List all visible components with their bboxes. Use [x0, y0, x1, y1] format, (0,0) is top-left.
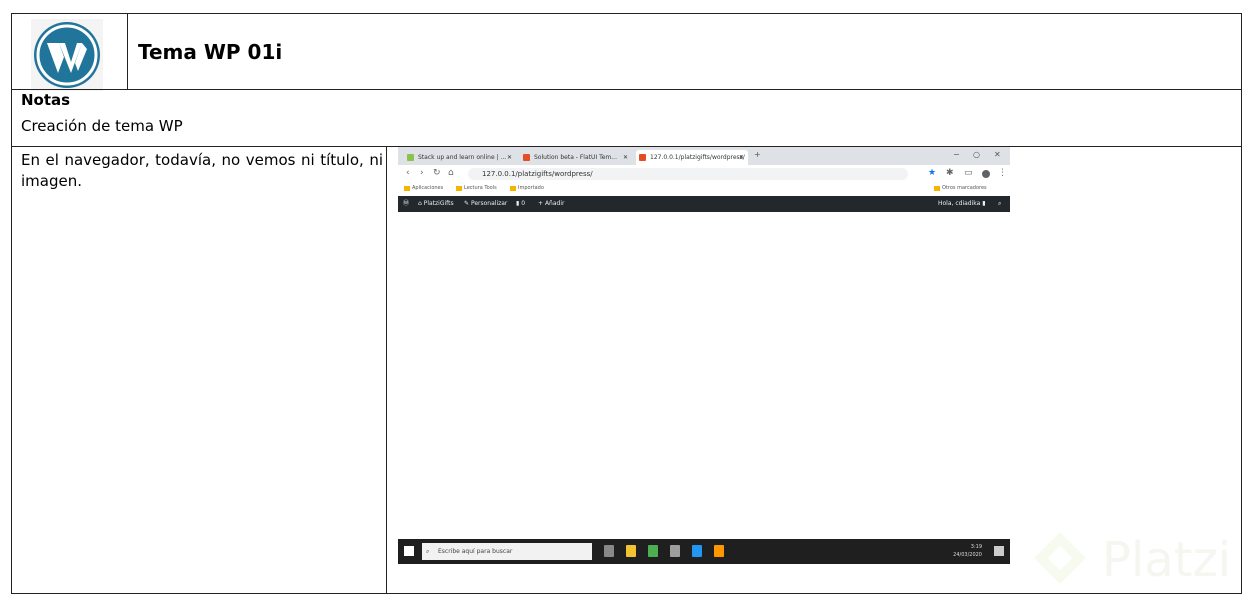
address-bar: ‹ › ↻ ⌂ 127.0.0.1/platzigifts/wordpress/…	[398, 165, 1010, 183]
page-title: Tema WP 01i	[138, 40, 283, 64]
chrome-icon[interactable]	[648, 545, 658, 557]
cast-icon[interactable]: ▭	[964, 168, 973, 178]
column-divider	[386, 146, 387, 594]
document-table: Tema WP 01i Notas Creación de tema WP En…	[11, 13, 1242, 594]
tab-3[interactable]: 127.0.0.1/platzigifts/wordpress/ ✕	[636, 150, 748, 165]
favicon-icon	[639, 154, 646, 161]
start-icon[interactable]	[404, 546, 414, 556]
wp-logo-icon[interactable]: Ⓦ	[403, 196, 409, 212]
tab-2[interactable]: Solution beta - FlatUI Tem... ✕	[520, 150, 632, 165]
tab-bar: Stack up and learn online | ... ✕ Soluti…	[398, 147, 1010, 165]
clock-time: 3:19	[970, 544, 982, 550]
row-divider	[12, 89, 1241, 90]
vscode-icon[interactable]	[692, 545, 702, 557]
bookmark-item[interactable]: Aplicaciones	[404, 185, 443, 191]
close-icon[interactable]: ✕	[623, 150, 628, 165]
reload-icon[interactable]: ↻	[433, 168, 441, 178]
notas-text: Creación de tema WP	[21, 117, 183, 135]
notification-icon[interactable]	[994, 546, 1004, 556]
maximize-button[interactable]: ○	[973, 150, 980, 159]
bookmark-item[interactable]: Otros marcadores	[934, 185, 987, 191]
close-icon[interactable]: ✕	[739, 150, 744, 165]
add-new-link[interactable]: + Añadir	[538, 196, 564, 212]
search-icon[interactable]: ⌕	[998, 196, 1001, 212]
favicon-icon	[523, 154, 530, 161]
close-window-button[interactable]: ✕	[994, 150, 1001, 159]
app-icon[interactable]	[670, 545, 680, 557]
extensions-icon[interactable]: ✱	[946, 168, 954, 178]
platzi-logo-icon	[1034, 532, 1086, 584]
customize-label: Personalizar	[470, 200, 508, 207]
system-tray: 3:19 24/03/2020	[953, 543, 982, 559]
description-text: En el navegador, todavía, no vemos ni tí…	[21, 151, 383, 190]
back-icon[interactable]: ‹	[406, 168, 410, 178]
tab-label: Stack up and learn online | ...	[418, 154, 507, 161]
platzi-watermark: Platzi	[1030, 528, 1245, 598]
favicon-icon	[407, 154, 414, 161]
search-icon: ⌕	[426, 548, 430, 555]
bookmark-item[interactable]: Lectura Tools	[456, 185, 497, 191]
avatar[interactable]	[982, 170, 990, 178]
search-placeholder: Escribe aquí para buscar	[438, 548, 513, 555]
file-explorer-icon[interactable]	[626, 545, 636, 557]
bookmarks-bar: Aplicaciones Lectura Tools Importado Otr…	[398, 183, 1010, 197]
url-field[interactable]: 127.0.0.1/platzigifts/wordpress/	[468, 168, 908, 180]
taskbar-search[interactable]: ⌕ Escribe aquí para buscar	[422, 543, 592, 560]
notas-label: Notas	[21, 91, 71, 109]
task-view-icon[interactable]	[604, 545, 614, 557]
minimize-button[interactable]: −	[953, 150, 960, 159]
watermark-text: Platzi	[1102, 532, 1232, 588]
browser-screenshot: Stack up and learn online | ... ✕ Soluti…	[398, 147, 1010, 564]
windows-taskbar: ⌕ Escribe aquí para buscar 3:19 24/03/20…	[398, 539, 1010, 564]
home-icon[interactable]: ⌂	[448, 168, 454, 178]
app-icon[interactable]	[714, 545, 724, 557]
site-name-link[interactable]: ⌂ PlatziGifts	[418, 196, 454, 212]
site-name: PlatziGifts	[423, 200, 454, 207]
greeting-link[interactable]: Hola, cdiadika ▮	[938, 196, 986, 212]
bookmark-item[interactable]: Importado	[510, 185, 544, 191]
comments-link[interactable]: ▮ 0	[516, 196, 525, 212]
wp-admin-bar: Ⓦ ⌂ PlatziGifts ✎ Personalizar ▮ 0 + Aña…	[398, 196, 1010, 212]
tab-label: 127.0.0.1/platzigifts/wordpress/	[650, 154, 745, 161]
tab-label: Solution beta - FlatUI Tem...	[534, 154, 617, 161]
tab-1[interactable]: Stack up and learn online | ... ✕	[404, 150, 516, 165]
new-tab-button[interactable]: +	[754, 150, 761, 159]
menu-icon[interactable]: ⋮	[998, 168, 1007, 178]
star-icon[interactable]: ★	[928, 168, 936, 178]
close-icon[interactable]: ✕	[507, 150, 512, 165]
greeting-label: Hola, cdiadika	[938, 200, 981, 207]
customize-link[interactable]: ✎ Personalizar	[464, 196, 507, 212]
comments-count: 0	[521, 200, 526, 207]
forward-icon[interactable]: ›	[420, 168, 424, 178]
add-new-label: Añadir	[544, 200, 565, 207]
wordpress-logo	[31, 19, 103, 91]
clock-date: 24/03/2020	[953, 552, 982, 558]
header-divider	[127, 14, 128, 89]
